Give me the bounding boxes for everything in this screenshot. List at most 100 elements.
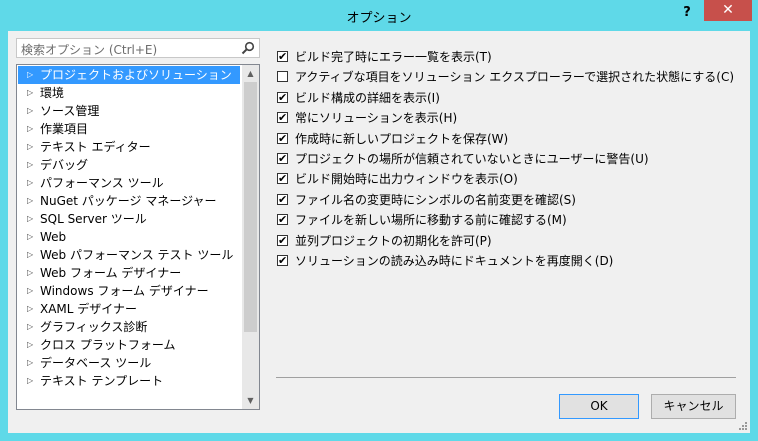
- options-tree[interactable]: ▷ プロジェクトおよびソリューション ▷ 環境 ▷ ソース管理 ▷ 作業項目 ▷ テキスト エディ…: [16, 64, 260, 410]
- option-row[interactable]: 並列プロジェクトの初期化を許可(P): [276, 232, 734, 252]
- tree-item-label: Windows フォーム デザイナー: [40, 284, 209, 298]
- help-button[interactable]: ?: [676, 3, 698, 23]
- tree-item-label: 環境: [40, 86, 65, 100]
- tree-item-label: XAML デザイナー: [40, 302, 138, 316]
- tree-item-label: SQL Server ツール: [40, 212, 147, 226]
- option-row[interactable]: アクティブな項目をソリューション エクスプローラーで選択された状態にする(C): [276, 68, 734, 88]
- tree-item[interactable]: ▷ Windows フォーム デザイナー: [18, 282, 240, 300]
- tree-item[interactable]: ▷ 環境: [18, 84, 240, 102]
- tree-item[interactable]: ▷ プロジェクトおよびソリューション: [18, 66, 240, 84]
- option-label: ビルド開始時に出力ウィンドウを表示(O): [295, 172, 518, 187]
- expand-arrow-icon[interactable]: ▷: [27, 84, 37, 102]
- expand-arrow-icon[interactable]: ▷: [27, 138, 37, 156]
- search-placeholder: 検索オプション (Ctrl+E): [21, 43, 158, 57]
- options-panel: ビルド完了時にエラー一覧を表示(T) アクティブな項目をソリューション エクスプロ…: [276, 48, 734, 272]
- tree-item-label: パフォーマンス ツール: [40, 176, 164, 190]
- tree-item[interactable]: ▷ Web: [18, 228, 240, 246]
- tree-item-label: データベース ツール: [40, 356, 152, 370]
- option-checkbox[interactable]: [277, 211, 288, 229]
- expand-arrow-icon[interactable]: ▷: [27, 354, 37, 372]
- tree-item-label: デバッグ: [40, 158, 89, 172]
- cancel-button[interactable]: キャンセル: [651, 394, 736, 419]
- option-checkbox[interactable]: [277, 130, 288, 148]
- option-row[interactable]: ビルド完了時にエラー一覧を表示(T): [276, 48, 734, 68]
- expand-arrow-icon[interactable]: ▷: [27, 192, 37, 210]
- option-label: 常にソリューションを表示(H): [295, 111, 458, 126]
- tree-item-label: 作業項目: [40, 122, 89, 136]
- expand-arrow-icon[interactable]: ▷: [27, 156, 37, 174]
- option-checkbox[interactable]: [277, 252, 288, 270]
- tree-item[interactable]: ▷ デバッグ: [18, 156, 240, 174]
- option-row[interactable]: ファイルを新しい場所に移動する前に確認する(M): [276, 211, 734, 231]
- option-label: プロジェクトの場所が信頼されていないときにユーザーに警告(U): [295, 151, 649, 166]
- tree-item[interactable]: ▷ 作業項目: [18, 120, 240, 138]
- dialog-client-area: 検索オプション (Ctrl+E) ▷ プロジェクトおよびソリューション ▷ 環境 ▷ ソー…: [8, 31, 750, 433]
- option-row[interactable]: ソリューションの読み込み時にドキュメントを再度開く(D): [276, 252, 734, 272]
- ok-button[interactable]: OK: [559, 394, 639, 419]
- option-checkbox[interactable]: [277, 89, 288, 107]
- option-label: ビルド完了時にエラー一覧を表示(T): [295, 50, 492, 64]
- option-checkbox[interactable]: [277, 191, 288, 209]
- option-checkbox[interactable]: [277, 48, 288, 66]
- tree-item[interactable]: ▷ グラフィックス診断: [18, 318, 240, 336]
- option-row[interactable]: ビルド構成の詳細を表示(I): [276, 89, 734, 109]
- tree-item-label: クロス プラットフォーム: [40, 338, 176, 352]
- resize-grip-icon[interactable]: [738, 421, 748, 431]
- option-row[interactable]: ビルド開始時に出力ウィンドウを表示(O): [276, 170, 734, 190]
- tree-item[interactable]: ▷ パフォーマンス ツール: [18, 174, 240, 192]
- option-label: 作成時に新しいプロジェクトを保存(W): [295, 131, 509, 146]
- expand-arrow-icon[interactable]: ▷: [27, 282, 37, 300]
- tree-item[interactable]: ▷ ソース管理: [18, 102, 240, 120]
- tree-item[interactable]: ▷ NuGet パッケージ マネージャー: [18, 192, 240, 210]
- expand-arrow-icon[interactable]: ▷: [27, 246, 37, 264]
- tree-item-label: ソース管理: [40, 104, 100, 118]
- tree-item-label: Web: [40, 230, 67, 244]
- search-input[interactable]: 検索オプション (Ctrl+E): [16, 38, 260, 58]
- expand-arrow-icon[interactable]: ▷: [27, 336, 37, 354]
- tree-item[interactable]: ▷ データベース ツール: [18, 354, 240, 372]
- tree-item-label: テキスト エディター: [40, 140, 151, 154]
- option-checkbox[interactable]: [277, 109, 288, 127]
- expand-arrow-icon[interactable]: ▷: [27, 174, 37, 192]
- tree-item[interactable]: ▷ Web パフォーマンス テスト ツール: [18, 246, 240, 264]
- tree-item[interactable]: ▷ Web フォーム デザイナー: [18, 264, 240, 282]
- expand-arrow-icon[interactable]: ▷: [27, 372, 37, 390]
- option-checkbox[interactable]: [277, 150, 288, 168]
- tree-item[interactable]: ▷ テキスト エディター: [18, 138, 240, 156]
- option-row[interactable]: ファイル名の変更時にシンボルの名前変更を確認(S): [276, 191, 734, 211]
- option-label: ファイルを新しい場所に移動する前に確認する(M): [295, 213, 567, 228]
- tree-scrollbar[interactable]: ▲ ▼: [242, 65, 259, 409]
- tree-item[interactable]: ▷ SQL Server ツール: [18, 210, 240, 228]
- title-bar[interactable]: オプション ? ✕: [0, 0, 758, 30]
- option-label: アクティブな項目をソリューション エクスプローラーで選択された状態にする(C): [295, 70, 735, 85]
- expand-arrow-icon[interactable]: ▷: [27, 210, 37, 228]
- tree-item-label: グラフィックス診断: [40, 320, 148, 334]
- tree-item[interactable]: ▷ XAML デザイナー: [18, 300, 240, 318]
- option-row[interactable]: 常にソリューションを表示(H): [276, 109, 734, 129]
- tree-item[interactable]: ▷ テキスト テンプレート: [18, 372, 240, 390]
- option-checkbox[interactable]: [277, 232, 288, 250]
- expand-arrow-icon[interactable]: ▷: [27, 66, 37, 84]
- scroll-up-icon[interactable]: ▲: [242, 65, 259, 82]
- expand-arrow-icon[interactable]: ▷: [27, 228, 37, 246]
- scroll-down-icon[interactable]: ▼: [242, 392, 259, 409]
- tree-item-label: Web フォーム デザイナー: [40, 266, 182, 280]
- tree-item-label: プロジェクトおよびソリューション: [40, 68, 232, 82]
- expand-arrow-icon[interactable]: ▷: [27, 318, 37, 336]
- option-checkbox[interactable]: [277, 71, 288, 83]
- expand-arrow-icon[interactable]: ▷: [27, 300, 37, 318]
- expand-arrow-icon[interactable]: ▷: [27, 102, 37, 120]
- option-label: ビルド構成の詳細を表示(I): [295, 90, 440, 105]
- search-icon[interactable]: [241, 41, 255, 55]
- scroll-thumb[interactable]: [244, 82, 257, 332]
- option-row[interactable]: プロジェクトの場所が信頼されていないときにユーザーに警告(U): [276, 150, 734, 170]
- expand-arrow-icon[interactable]: ▷: [27, 120, 37, 138]
- close-button[interactable]: ✕: [704, 0, 752, 21]
- option-label: 並列プロジェクトの初期化を許可(P): [295, 233, 492, 248]
- expand-arrow-icon[interactable]: ▷: [27, 264, 37, 282]
- option-row[interactable]: 作成時に新しいプロジェクトを保存(W): [276, 130, 734, 150]
- tree-item-label: NuGet パッケージ マネージャー: [40, 194, 217, 208]
- option-checkbox[interactable]: [277, 170, 288, 188]
- divider: [276, 377, 736, 378]
- tree-item[interactable]: ▷ クロス プラットフォーム: [18, 336, 240, 354]
